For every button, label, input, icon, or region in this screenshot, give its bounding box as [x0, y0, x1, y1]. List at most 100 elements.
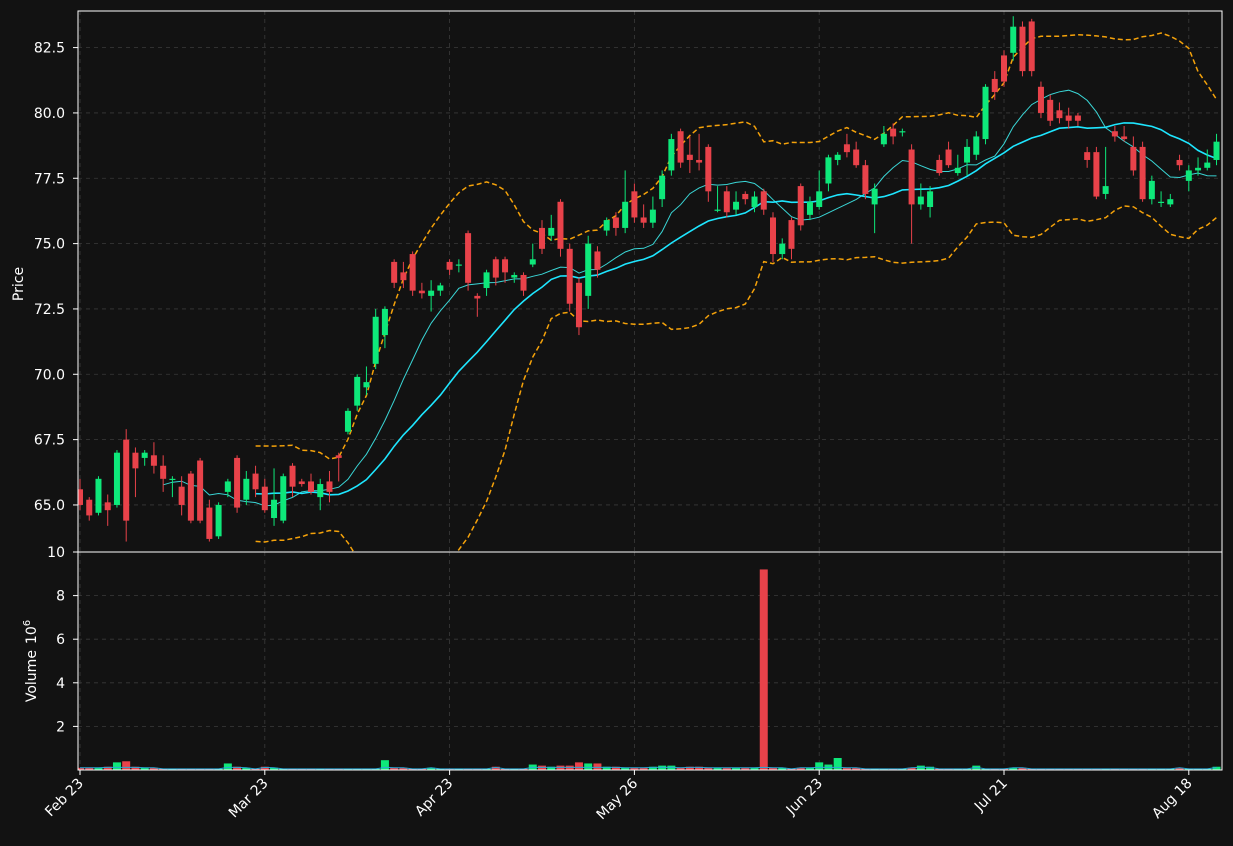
candle-body	[760, 191, 767, 210]
candle-body	[1195, 167, 1202, 171]
volume-tick-label: 6	[56, 632, 65, 648]
price-tick-label: 82.5	[34, 41, 65, 57]
candle-body	[160, 465, 167, 479]
candle-body	[945, 149, 952, 166]
candle-body	[557, 201, 564, 249]
candle-body	[714, 209, 721, 211]
candle-body	[1204, 162, 1211, 168]
candle-body	[502, 259, 509, 273]
candle-body	[548, 227, 555, 236]
price-panel-frame	[77, 10, 1223, 553]
candle-body	[973, 136, 980, 155]
price-tick-label: 75.0	[34, 237, 65, 253]
volume-axis-label-name: Volume	[24, 650, 40, 702]
candle-body	[1130, 146, 1137, 171]
price-tick-label: 80.0	[34, 106, 65, 122]
candle-body	[917, 196, 924, 205]
candle-body	[1213, 141, 1220, 160]
candle-body	[317, 484, 324, 498]
candle-body	[206, 507, 213, 539]
candle-body	[649, 209, 656, 223]
volume-tick-label: 8	[56, 589, 65, 605]
candle-body	[927, 191, 934, 208]
candle-body	[437, 285, 444, 291]
candle-body	[696, 159, 703, 163]
candle-body	[890, 128, 897, 137]
candle-body	[936, 159, 943, 174]
candle-body	[539, 227, 545, 249]
volume-axis-label-exponent: 6	[22, 620, 33, 626]
candle-body	[252, 473, 259, 490]
candle-body	[326, 481, 333, 492]
x-tick-label: Jul 21	[971, 776, 1011, 816]
price-tick-label: 72.5	[34, 302, 65, 318]
candle-body	[446, 261, 453, 270]
candle-body	[215, 504, 222, 537]
candle-body	[308, 481, 314, 492]
candle-body	[1148, 180, 1155, 200]
candle-body	[751, 196, 758, 208]
chart-svg: Price Volume106 65.067.570.072.575.077.5…	[11, 10, 1223, 823]
candle-body	[224, 481, 231, 492]
candle-body	[603, 220, 610, 231]
volume-bar	[584, 763, 593, 770]
candle-body	[770, 217, 776, 255]
candle-body	[1111, 131, 1118, 137]
candle-body	[640, 217, 647, 223]
candle-body	[1001, 55, 1007, 82]
x-tick-label: Jun 23	[783, 776, 826, 819]
candle-body	[141, 452, 148, 458]
stock-chart: Price Volume106 65.0 67.5 70.0 72.5 75.0 77.5…	[0, 0, 1233, 842]
volume-bar	[759, 569, 768, 770]
volume-tick-label: 2	[56, 719, 65, 735]
candle-body	[853, 149, 860, 166]
candle-body	[862, 165, 869, 194]
candle-body	[954, 167, 961, 174]
volume-axis-label: Volume 106	[22, 620, 40, 702]
candle-body	[187, 473, 194, 521]
candle-body	[964, 146, 971, 163]
candle-body	[843, 144, 850, 153]
candle-body	[1093, 152, 1100, 197]
candle-body	[594, 251, 601, 270]
candle-body	[816, 191, 823, 208]
candle-body	[465, 233, 472, 283]
candle-body	[123, 439, 130, 521]
candle-body	[1010, 26, 1017, 53]
candle-body	[1102, 186, 1109, 194]
candle-body	[261, 486, 268, 511]
volume-axis-label-base: 10	[24, 626, 40, 644]
x-tick-label: May 26	[594, 775, 642, 823]
volume-bar	[833, 758, 842, 770]
candle-body	[1158, 201, 1165, 203]
candle-body	[991, 78, 998, 93]
candle-body	[1019, 26, 1026, 72]
candle-body	[806, 201, 813, 215]
candle-body	[705, 146, 712, 192]
candle-body	[169, 478, 176, 481]
volume-tick-label: 4	[56, 676, 65, 692]
candle-body	[354, 376, 361, 406]
price-axis-label: Price	[11, 267, 27, 301]
candle-body	[1056, 110, 1063, 119]
candle-body	[899, 131, 906, 133]
candle-body	[418, 290, 425, 294]
candle-body	[797, 186, 804, 226]
price-tick-label: 77.5	[34, 171, 65, 187]
candle-body	[585, 243, 592, 296]
candle-body	[1037, 86, 1044, 113]
candle-body	[234, 457, 241, 508]
candle-body	[659, 175, 666, 200]
candle-body	[474, 295, 481, 299]
candle-body	[1065, 115, 1072, 121]
candle-body	[520, 274, 527, 291]
candle-body	[1084, 152, 1091, 160]
volume-ma-line	[80, 766, 1217, 770]
candle-body	[631, 191, 638, 218]
candle-body	[880, 133, 887, 145]
price-tick-label: 65.0	[34, 498, 65, 514]
candle-body	[529, 259, 536, 265]
candle-body	[1121, 136, 1128, 140]
candle-body	[428, 290, 435, 296]
price-tick-label: 70.0	[34, 367, 65, 383]
